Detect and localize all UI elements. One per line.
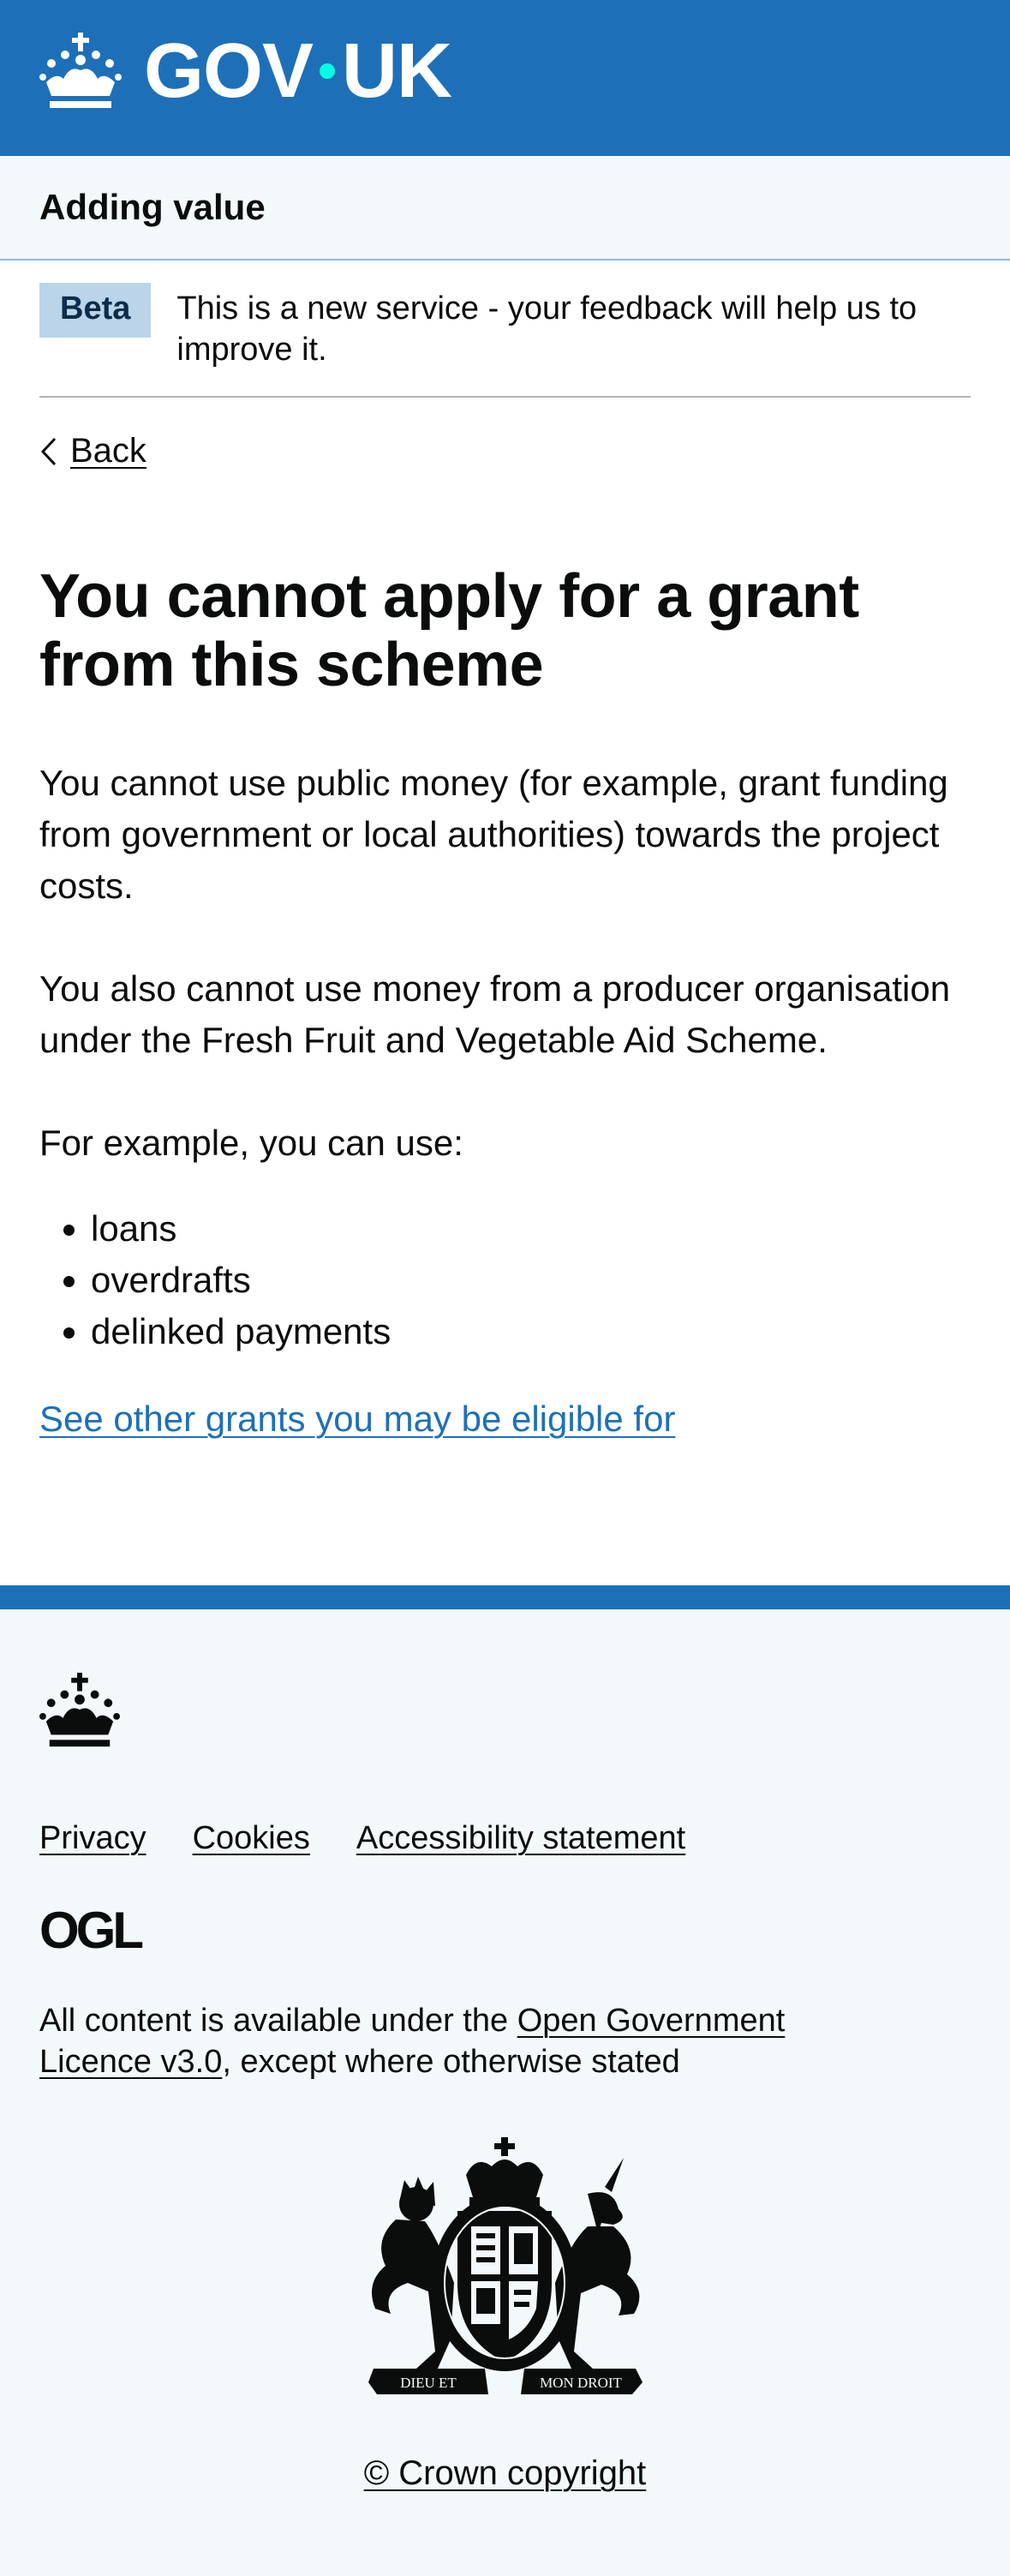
back-link-label: Back [70, 432, 146, 470]
funding-options-list: loans overdrafts delinked payments [39, 1203, 973, 1357]
crest-motto-left: DIEU ET [400, 2375, 457, 2391]
phase-banner: Beta This is a new service - your feedba… [39, 261, 971, 398]
logo-text-right: UK [342, 28, 452, 114]
logo-text-left: GOV [144, 28, 314, 114]
service-navigation: Adding value [0, 156, 1010, 261]
licence-suffix: , except where otherwise stated [222, 2044, 680, 2080]
logo-dot [320, 63, 336, 79]
crown-icon [39, 1672, 120, 1747]
chevron-left-icon [40, 437, 57, 465]
crown-icon [39, 33, 122, 108]
ogl-logo: OGL [39, 1902, 144, 1959]
other-grants-link[interactable]: See other grants you may be eligible for [39, 1393, 675, 1445]
back-link[interactable]: Back [39, 432, 146, 470]
list-item: delinked payments [91, 1306, 973, 1357]
crown-copyright: © Crown copyright [0, 2454, 1010, 2493]
govuk-home-link[interactable]: GOV UK [39, 28, 452, 114]
crown-copyright-link[interactable]: © Crown copyright [364, 2454, 647, 2492]
crest-motto-right: MON DROIT [540, 2375, 622, 2391]
site-header: GOV UK [0, 0, 1010, 156]
phase-tag: Beta [39, 283, 152, 338]
footer-link-privacy[interactable]: Privacy [39, 1820, 146, 1857]
licence-prefix: All content is available under the [39, 2003, 517, 2039]
service-name-link[interactable]: Adding value [39, 156, 266, 259]
page-title: You cannot apply for a grant from this s… [39, 562, 859, 699]
footer-link-accessibility[interactable]: Accessibility statement [356, 1820, 685, 1857]
govuk-wordmark: GOV UK [144, 28, 452, 114]
list-item: loans [91, 1203, 973, 1255]
body-paragraph-public-money: You cannot use public money (for example… [39, 763, 948, 906]
site-footer: Privacy Cookies Accessibility statement … [0, 1585, 1010, 2576]
body-paragraph-producer-organisation: You also cannot use money from a produce… [39, 968, 951, 1060]
royal-coat-of-arms-icon: DIEU ET MON DROIT [368, 2137, 642, 2394]
licence-text: All content is available under the Open … [39, 2000, 896, 2082]
body-paragraph-example-intro: For example, you can use: [39, 1123, 463, 1163]
list-item: overdrafts [91, 1255, 973, 1306]
footer-links: Privacy Cookies Accessibility statement [39, 1820, 732, 1857]
phase-banner-text: This is a new service - your feedback wi… [176, 291, 917, 368]
main-content: You cannot apply for a grant from this s… [39, 562, 973, 1445]
footer-link-cookies[interactable]: Cookies [193, 1820, 310, 1857]
